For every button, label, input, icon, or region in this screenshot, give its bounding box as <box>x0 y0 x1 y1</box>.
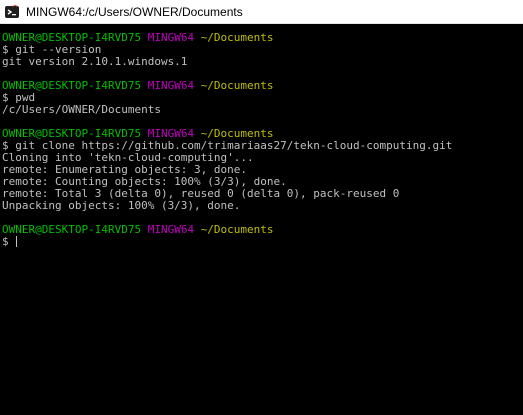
window-title: MINGW64:/c/Users/OWNER/Documents <box>26 4 243 19</box>
prompt-system: MINGW64 <box>147 223 195 236</box>
prompt-system: MINGW64 <box>147 31 195 44</box>
output-line: git version 2.10.1.windows.1 <box>2 55 188 68</box>
prompt-user-host: OWNER@DESKTOP-I4RVD75 <box>2 223 142 236</box>
output-line: Unpacking objects: 100% (3/3), done. <box>2 199 241 212</box>
prompt-cwd: ~/Documents <box>200 31 274 44</box>
prompt-cwd: ~/Documents <box>200 79 274 92</box>
title-bar[interactable]: MINGW64:/c/Users/OWNER/Documents <box>0 0 523 24</box>
prompt-line: OWNER@DESKTOP-I4RVD75 MINGW64 ~/Document… <box>2 224 523 236</box>
prompt-system: MINGW64 <box>147 79 195 92</box>
prompt-cwd: ~/Documents <box>200 223 274 236</box>
terminal-output[interactable]: OWNER@DESKTOP-I4RVD75 MINGW64 ~/Document… <box>0 24 523 415</box>
prompt-line: OWNER@DESKTOP-I4RVD75 MINGW64 ~/Document… <box>2 80 523 92</box>
text-cursor <box>16 236 18 247</box>
active-command-line[interactable]: $ <box>2 236 523 248</box>
terminal-window: MINGW64:/c/Users/OWNER/Documents OWNER@D… <box>0 0 523 415</box>
output-line: /c/Users/OWNER/Documents <box>2 103 161 116</box>
prompt-symbol: $ <box>2 235 9 248</box>
git-bash-icon <box>4 4 20 20</box>
